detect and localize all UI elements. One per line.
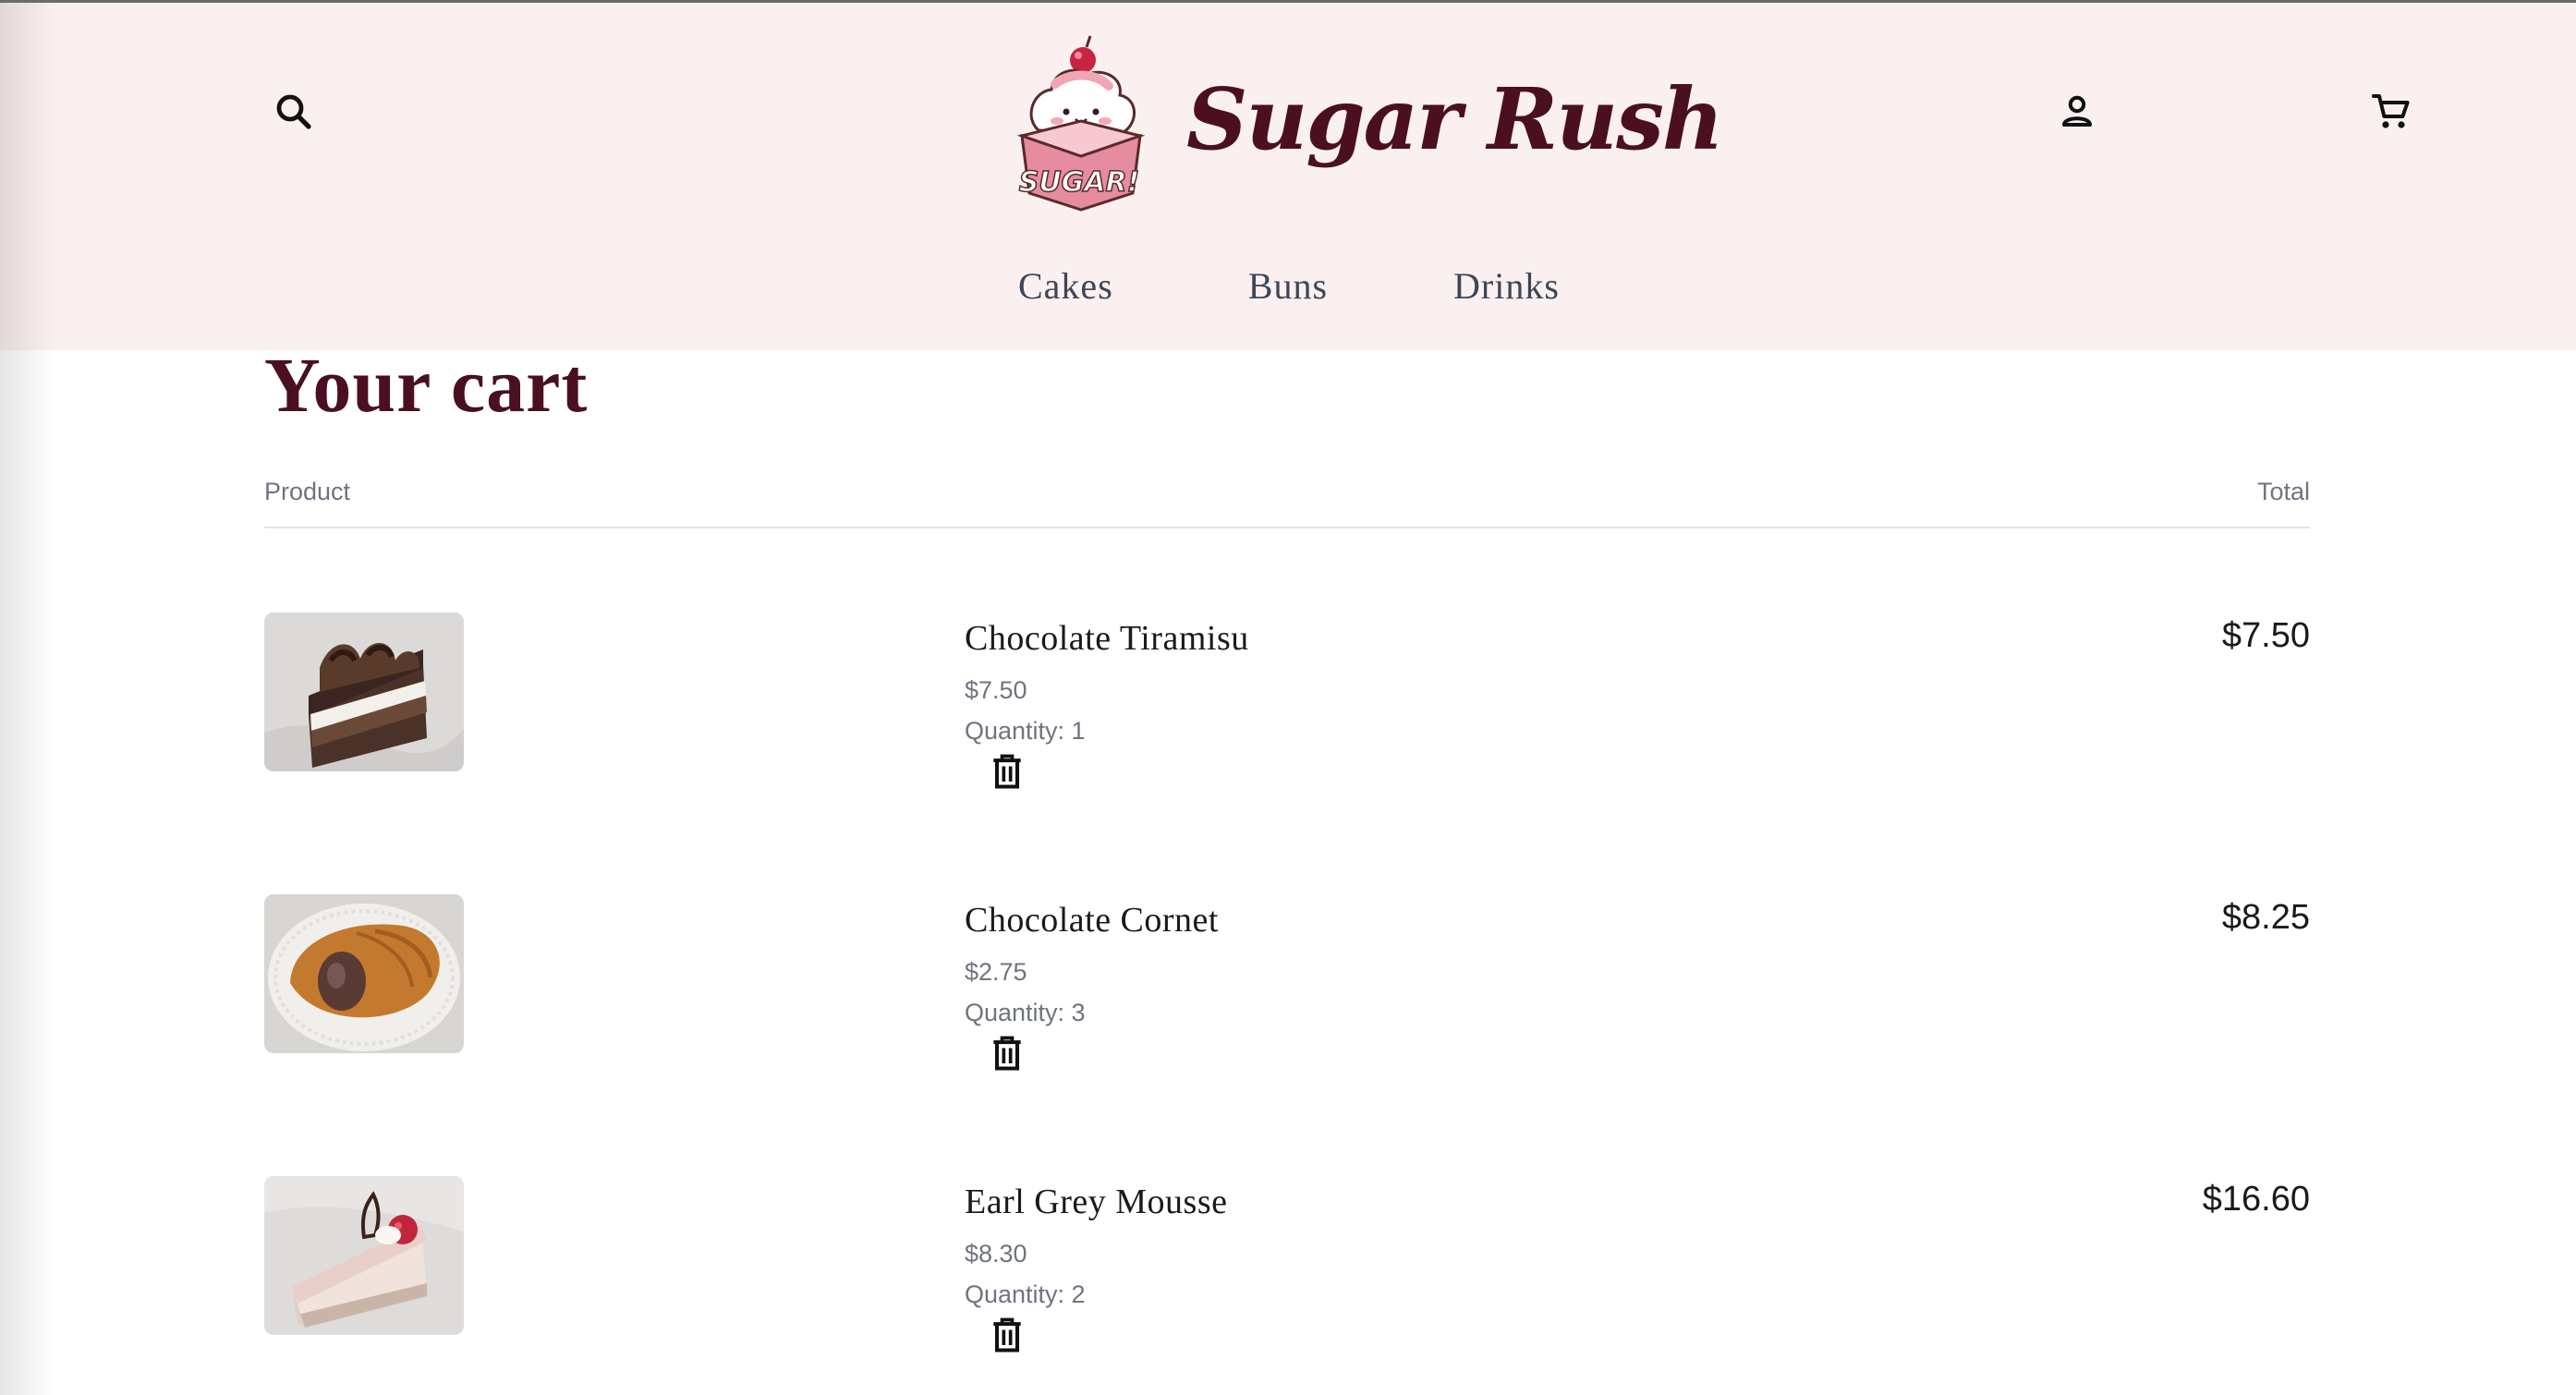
item-name[interactable]: Chocolate Tiramisu bbox=[965, 613, 1249, 664]
cart-icon bbox=[2372, 94, 2410, 128]
item-name[interactable]: Earl Grey Mousse bbox=[965, 1176, 1227, 1228]
account-icon bbox=[2062, 95, 2092, 127]
cart-item: Chocolate Tiramisu $7.50 Quantity: 1 $7.… bbox=[264, 613, 2310, 789]
product-image[interactable] bbox=[264, 613, 464, 771]
window-top-border bbox=[0, 0, 2576, 3]
trash-icon[interactable] bbox=[987, 1033, 1027, 1074]
item-quantity: Quantity: 2 bbox=[965, 1280, 1086, 1308]
nav-drinks[interactable]: Drinks bbox=[1453, 264, 1560, 308]
account-button[interactable] bbox=[2044, 79, 2110, 145]
tiramisu-image bbox=[264, 613, 464, 771]
item-quantity: Quantity: 1 bbox=[965, 717, 1086, 745]
item-unit-price: $2.75 bbox=[965, 958, 1027, 986]
item-line-total: $16.60 bbox=[2202, 1180, 2310, 1219]
nav-buns[interactable]: Buns bbox=[1248, 264, 1328, 308]
item-quantity: Quantity: 3 bbox=[965, 999, 1086, 1026]
item-details: Chocolate Tiramisu $7.50 Quantity: 1 bbox=[965, 613, 1249, 792]
item-details: Earl Grey Mousse $8.30 Quantity: 2 bbox=[965, 1176, 1227, 1355]
item-unit-price: $7.50 bbox=[965, 676, 1027, 704]
product-image[interactable] bbox=[264, 894, 464, 1053]
cornet-image bbox=[264, 894, 464, 1053]
trash-icon[interactable] bbox=[987, 1315, 1027, 1355]
column-product: Product bbox=[264, 478, 351, 505]
search-button[interactable] bbox=[261, 79, 327, 145]
brand-name[interactable]: Sugar Rush bbox=[1186, 69, 1724, 169]
item-line-total: $8.25 bbox=[2221, 898, 2310, 937]
item-details: Chocolate Cornet $2.75 Quantity: 3 bbox=[965, 894, 1219, 1074]
item-name[interactable]: Chocolate Cornet bbox=[965, 894, 1219, 946]
cart-table-header: Product Total bbox=[264, 478, 2310, 511]
logo-text: SUGAR! bbox=[1019, 166, 1140, 199]
search-icon bbox=[276, 94, 311, 129]
cart-item: Earl Grey Mousse $8.30 Quantity: 2 $16.6… bbox=[264, 1176, 2310, 1355]
trash-icon[interactable] bbox=[987, 751, 1027, 792]
cart-button[interactable] bbox=[2358, 79, 2424, 145]
header-divider bbox=[264, 527, 2310, 528]
column-total: Total bbox=[2256, 478, 2310, 505]
earl-grey-mousse-image bbox=[264, 1176, 464, 1335]
page-title: Your cart bbox=[264, 343, 589, 429]
item-unit-price: $8.30 bbox=[965, 1240, 1027, 1268]
nav-cakes[interactable]: Cakes bbox=[1018, 264, 1113, 308]
brand[interactable]: SUGAR! Sugar Rush bbox=[1015, 32, 1724, 217]
cart-item: Chocolate Cornet $2.75 Quantity: 3 $8.25 bbox=[264, 894, 2310, 1071]
item-line-total: $7.50 bbox=[2221, 616, 2310, 655]
cupcake-logo: SUGAR! bbox=[1016, 35, 1146, 212]
product-image[interactable] bbox=[264, 1176, 464, 1335]
main-nav: Cakes Buns Drinks bbox=[979, 249, 1560, 322]
site-header: SUGAR! Sugar Rush Cakes Buns Drinks bbox=[0, 3, 2576, 350]
